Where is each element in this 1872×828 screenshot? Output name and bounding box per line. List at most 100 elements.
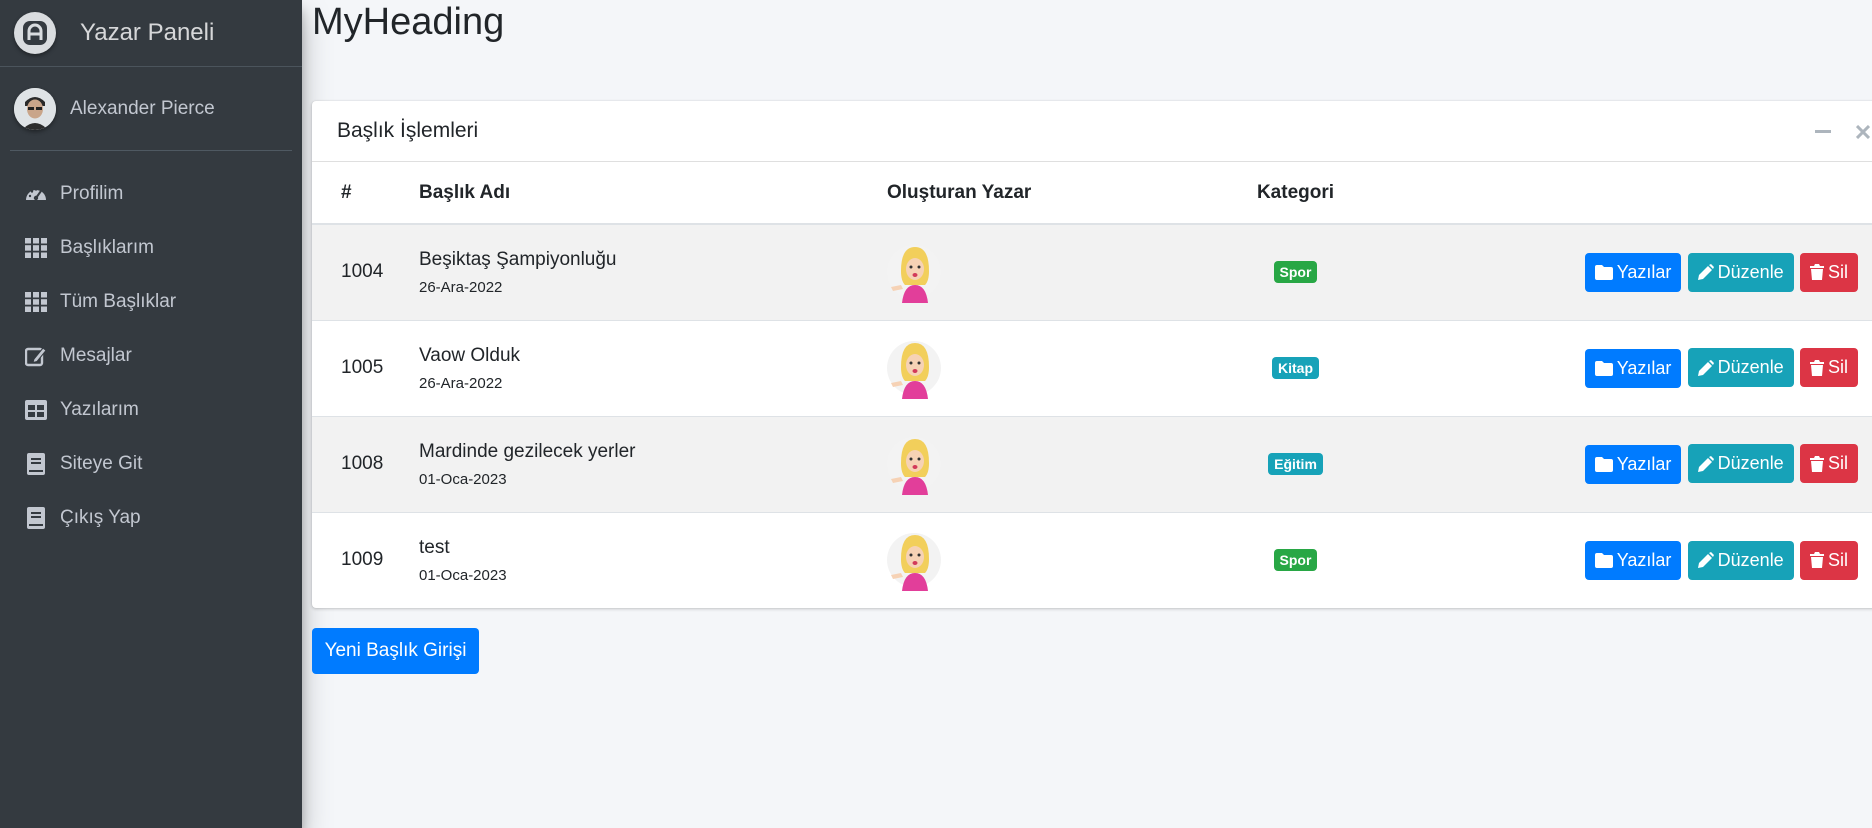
folder-icon	[1594, 553, 1613, 568]
sidebar-item-label: Siteye Git	[60, 453, 143, 474]
sidebar-item-label: Mesajlar	[60, 345, 132, 366]
row-title: Vaow Olduk	[419, 344, 521, 366]
user-avatar	[14, 87, 56, 130]
sidebar-item-siteye-git[interactable]: Siteye Git	[0, 437, 302, 491]
table-row: 1004 Beşiktaş Şampiyonluğu 26-Ara-2022 S…	[312, 224, 1872, 320]
row-id: 1008	[341, 453, 384, 474]
sidebar-item-label: Başlıklarım	[60, 237, 154, 258]
user-name: Alexander Pierce	[70, 97, 215, 119]
row-title: Mardinde gezilecek yerler	[419, 440, 636, 462]
trash-icon	[1809, 359, 1824, 376]
posts-button[interactable]: Yazılar	[1584, 348, 1682, 388]
main-content: MyHeading Başlık İşlemleri # Başlık Adı …	[312, 0, 1872, 828]
sidebar-item-yazilarim[interactable]: Yazılarım	[0, 383, 302, 437]
book-icon	[24, 452, 48, 476]
new-heading-button[interactable]: Yeni Başlık Girişi	[312, 628, 479, 674]
brand-logo-icon	[14, 12, 56, 54]
folder-icon	[1594, 265, 1613, 280]
row-id: 1005	[341, 357, 384, 378]
sidebar-item-mesajlar[interactable]: Mesajlar	[0, 329, 302, 383]
grid-icon	[24, 290, 48, 314]
delete-button-label: Sil	[1827, 357, 1848, 378]
sidebar-item-cikis-yap[interactable]: Çıkış Yap	[0, 491, 302, 545]
posts-button[interactable]: Yazılar	[1584, 444, 1682, 484]
column-header-category: Kategori	[1208, 162, 1383, 225]
edit-button[interactable]: Düzenle	[1687, 444, 1794, 484]
page-title: MyHeading	[312, 1, 505, 43]
brand-link[interactable]: Yazar Paneli	[0, 0, 302, 67]
posts-button[interactable]: Yazılar	[1584, 253, 1682, 292]
delete-button-label: Sil	[1827, 261, 1848, 282]
sidebar: Yazar Paneli Alexander Pierce Profilim B…	[0, 0, 302, 828]
edit-button-label: Düzenle	[1717, 261, 1784, 282]
category-badge: Spor	[1273, 549, 1318, 572]
edit-button[interactable]: Düzenle	[1687, 540, 1794, 580]
sidebar-nav: Profilim Başlıklarım Tüm Başlıklar Mesaj…	[0, 151, 302, 545]
posts-button-label: Yazılar	[1616, 357, 1672, 378]
card-header: Başlık İşlemleri	[312, 101, 1872, 162]
minimize-icon[interactable]	[1814, 123, 1832, 141]
table-row: 1009 test 01-Oca-2023 Spor Yazılar Düzen…	[312, 512, 1872, 608]
sidebar-item-label: Çıkış Yap	[60, 507, 141, 528]
sidebar-item-profilim[interactable]: Profilim	[0, 167, 302, 221]
headings-card: Başlık İşlemleri # Başlık Adı Oluşturan …	[312, 101, 1872, 608]
edit-button[interactable]: Düzenle	[1687, 252, 1794, 292]
table-header-row: # Başlık Adı Oluşturan Yazar Kategori	[312, 162, 1872, 225]
posts-button[interactable]: Yazılar	[1584, 541, 1682, 580]
sidebar-item-tum-basliklar[interactable]: Tüm Başlıklar	[0, 275, 302, 329]
posts-button-label: Yazılar	[1616, 550, 1672, 570]
author-avatar	[887, 245, 941, 304]
folder-icon	[1594, 360, 1613, 376]
row-date: 01-Oca-2023	[419, 566, 507, 584]
brand-text: Yazar Paneli	[80, 19, 215, 46]
author-avatar	[887, 341, 941, 399]
pencil-icon	[1697, 264, 1714, 280]
card-tools	[1814, 101, 1872, 162]
sidebar-item-label: Profilim	[60, 183, 124, 204]
grid-icon	[24, 236, 48, 260]
sidebar-item-basliklarim[interactable]: Başlıklarım	[0, 221, 302, 275]
row-title: test	[419, 536, 450, 558]
posts-button-label: Yazılar	[1616, 453, 1672, 474]
author-avatar	[887, 533, 941, 592]
edit-button[interactable]: Düzenle	[1687, 348, 1794, 388]
author-avatar	[887, 437, 941, 495]
book-icon	[24, 506, 48, 530]
delete-button[interactable]: Sil	[1799, 540, 1858, 580]
user-panel[interactable]: Alexander Pierce	[10, 67, 292, 151]
sidebar-item-label: Tüm Başlıklar	[60, 291, 177, 312]
delete-button[interactable]: Sil	[1799, 348, 1858, 388]
table-row: 1008 Mardinde gezilecek yerler 01-Oca-20…	[312, 416, 1872, 512]
row-date: 26-Ara-2022	[419, 374, 503, 392]
category-badge: Eğitim	[1268, 453, 1323, 475]
folder-icon	[1594, 456, 1613, 472]
row-date: 01-Oca-2023	[419, 470, 507, 488]
row-title: Beşiktaş Şampiyonluğu	[419, 248, 617, 270]
column-header-title: Başlık Adı	[419, 162, 887, 225]
pencil-icon	[1697, 359, 1714, 376]
posts-button-label: Yazılar	[1616, 262, 1672, 282]
pencil-icon	[1697, 455, 1714, 472]
row-date: 26-Ara-2022	[419, 278, 503, 296]
trash-icon	[1809, 455, 1824, 472]
table-row: 1005 Vaow Olduk 26-Ara-2022 Kitap Yazıla…	[312, 320, 1872, 416]
edit-button-label: Düzenle	[1717, 453, 1784, 474]
delete-button[interactable]: Sil	[1799, 252, 1858, 292]
edit-button-label: Düzenle	[1717, 549, 1784, 570]
tachometer-icon	[24, 182, 48, 206]
card-title: Başlık İşlemleri	[337, 119, 479, 142]
delete-button[interactable]: Sil	[1799, 444, 1858, 484]
edit-icon	[24, 344, 48, 368]
trash-icon	[1809, 264, 1824, 280]
trash-icon	[1809, 552, 1824, 568]
pencil-icon	[1697, 552, 1714, 568]
row-id: 1009	[341, 549, 384, 571]
close-icon[interactable]	[1854, 123, 1872, 141]
table-icon	[24, 398, 48, 422]
delete-button-label: Sil	[1827, 453, 1848, 474]
category-badge: Spor	[1273, 261, 1318, 284]
headings-table: # Başlık Adı Oluşturan Yazar Kategori 10…	[312, 162, 1872, 608]
delete-button-label: Sil	[1827, 549, 1848, 570]
category-badge: Kitap	[1272, 357, 1319, 379]
column-header-actions	[1383, 162, 1872, 225]
